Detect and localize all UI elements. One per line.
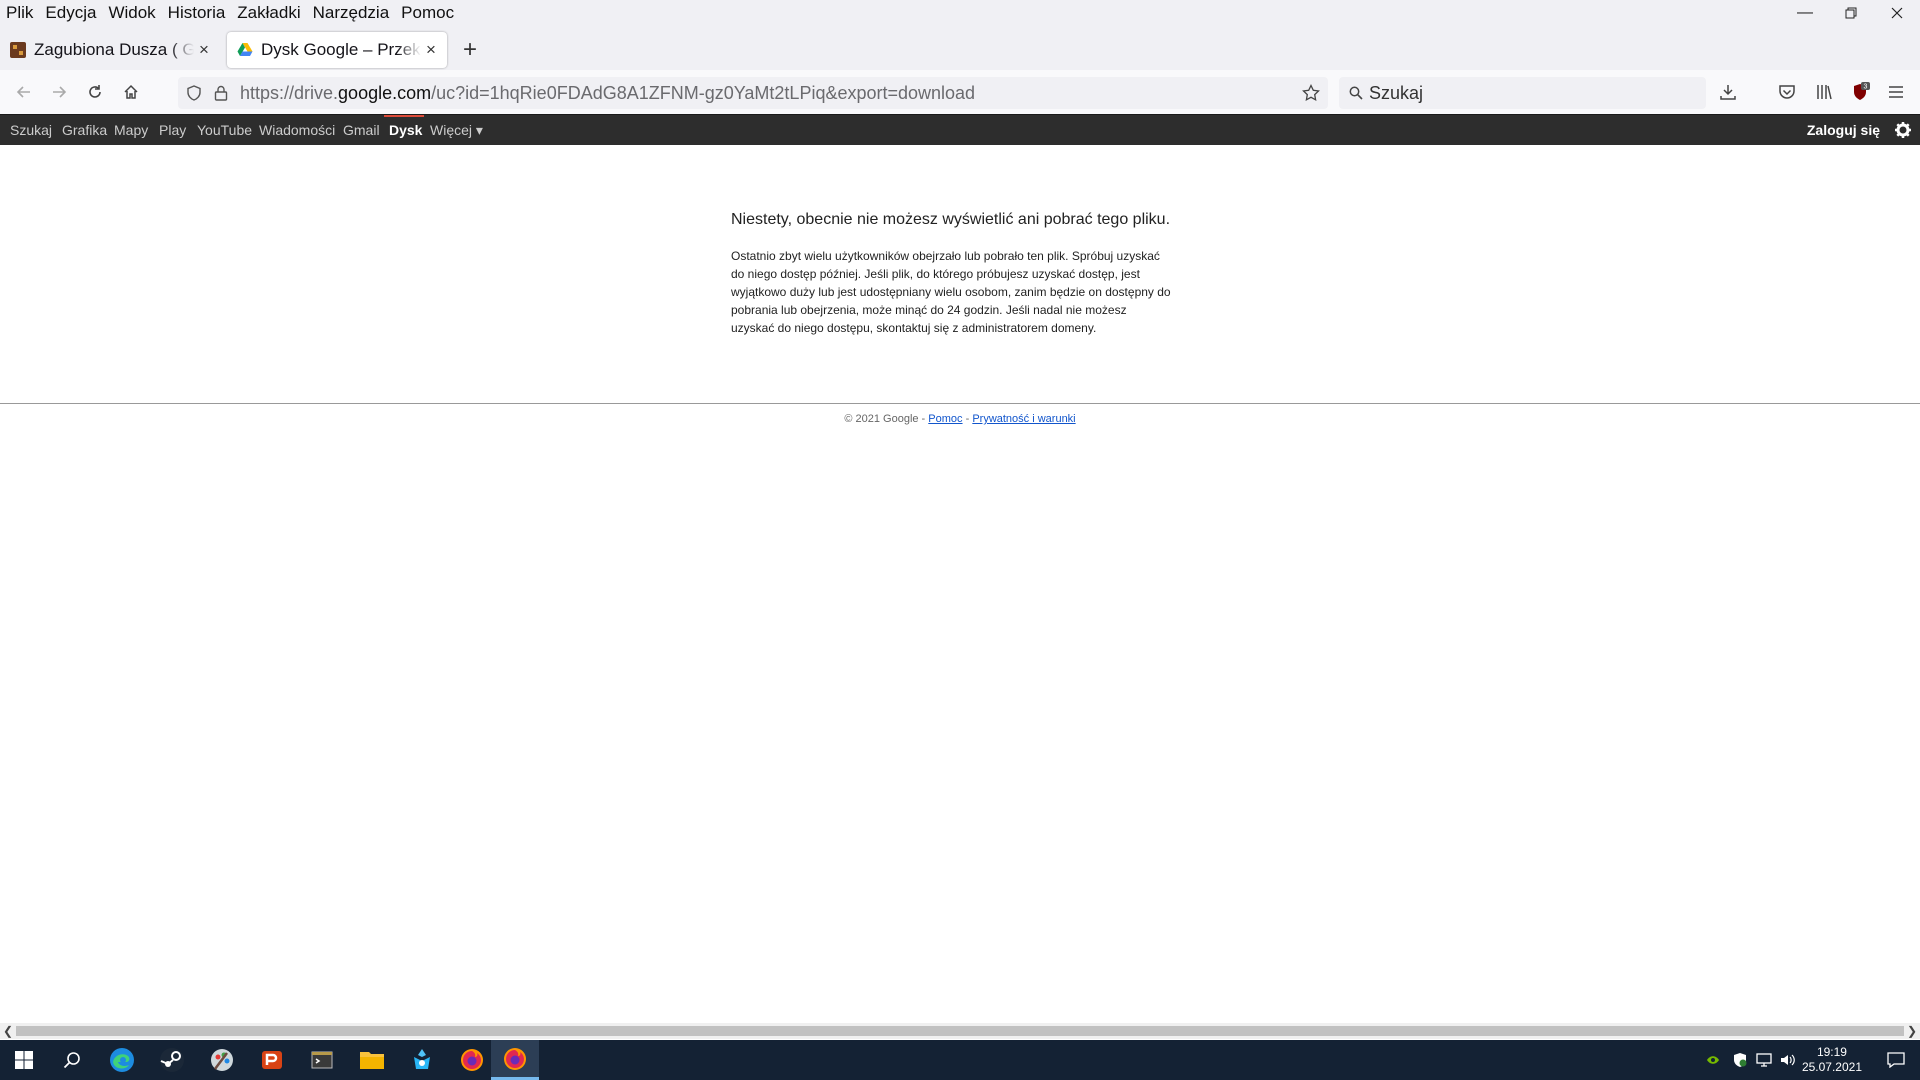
taskbar-search-icon[interactable]	[48, 1040, 96, 1080]
downloads-icon[interactable]	[1716, 80, 1740, 104]
window-controls: —	[1782, 0, 1920, 26]
firefox-icon[interactable]	[448, 1040, 496, 1080]
paint-app-icon[interactable]	[198, 1040, 246, 1080]
shield-icon[interactable]	[186, 85, 202, 101]
network-icon[interactable]	[1756, 1053, 1772, 1067]
search-box[interactable]: Szukaj	[1339, 77, 1706, 109]
firefox-active-icon[interactable]	[491, 1040, 539, 1080]
error-heading: Niestety, obecnie nie możesz wyświetlić …	[731, 211, 1171, 228]
home-icon[interactable]	[119, 80, 143, 104]
pocket-icon[interactable]	[1775, 80, 1799, 104]
system-tray	[1706, 1040, 1796, 1080]
back-icon[interactable]	[12, 80, 36, 104]
steam-icon[interactable]	[148, 1040, 196, 1080]
menu-widok[interactable]: Widok	[102, 0, 161, 26]
gbar-wiecej[interactable]: Więcej ▾	[430, 115, 483, 145]
tab-title: Zagubiona Dusza ( Gone	[34, 40, 194, 59]
reload-icon[interactable]	[83, 80, 107, 104]
tab-close-icon[interactable]: ×	[194, 40, 214, 60]
gear-icon[interactable]	[1894, 121, 1912, 139]
file-explorer-icon[interactable]	[348, 1040, 396, 1080]
tab-title: Dysk Google – Przekroczono	[261, 40, 421, 59]
menu-pomoc[interactable]: Pomoc	[395, 0, 460, 26]
menu-bar: Plik Edycja Widok Historia Zakładki Narz…	[0, 0, 1920, 26]
gbar-grafika[interactable]: Grafika	[62, 115, 107, 145]
edge-icon[interactable]	[98, 1040, 146, 1080]
bookmark-star-icon[interactable]	[1302, 84, 1320, 102]
terminal-app-icon[interactable]	[298, 1040, 346, 1080]
url-domain: google.com	[338, 82, 432, 103]
gbar-youtube[interactable]: YouTube	[197, 115, 252, 145]
close-window-icon[interactable]	[1874, 0, 1920, 26]
clock-time: 19:19	[1816, 1045, 1847, 1059]
menu-hamburger-icon[interactable]	[1884, 80, 1908, 104]
windows-start-icon[interactable]	[0, 1040, 48, 1080]
google-bar: Szukaj Grafika Mapy Play YouTube Wiadomo…	[0, 114, 1920, 145]
taskbar: 19:19 25.07.2021	[0, 1040, 1920, 1080]
address-bar[interactable]: https://drive.google.com/uc?id=1hqRie0FD…	[178, 77, 1328, 109]
library-icon[interactable]	[1812, 80, 1836, 104]
search-placeholder: Szukaj	[1369, 82, 1424, 103]
site-favicon-icon	[10, 42, 26, 58]
menu-zakladki[interactable]: Zakładki	[231, 0, 306, 26]
office-app-icon[interactable]	[248, 1040, 296, 1080]
clock-date: 25.07.2021	[1801, 1060, 1862, 1074]
footer-divider	[0, 403, 1920, 404]
url-path: /uc?id=1hqRie0FDAdG8A1ZFNM-gz0YaMt2tLPiq…	[431, 82, 976, 103]
new-tab-button[interactable]: +	[458, 38, 482, 62]
tab-strip: Zagubiona Dusza ( Gone × Dysk Google – P…	[0, 26, 1920, 70]
nvidia-tray-icon[interactable]	[1706, 1054, 1720, 1066]
gbar-play[interactable]: Play	[159, 115, 186, 145]
url-prefix: https://drive.	[240, 82, 339, 103]
login-link[interactable]: Zaloguj się	[1807, 115, 1880, 145]
ublock-icon[interactable]: 3	[1848, 80, 1872, 104]
minimize-icon[interactable]: —	[1782, 0, 1828, 26]
error-body: Ostatnio zbyt wielu użytkowników obejrza…	[731, 249, 1171, 335]
search-icon	[1349, 86, 1363, 100]
gbar-dysk[interactable]: Dysk	[389, 115, 422, 145]
gbar-gmail[interactable]: Gmail	[343, 115, 380, 145]
menu-edycja[interactable]: Edycja	[39, 0, 102, 26]
gbar-mapy[interactable]: Mapy	[114, 115, 148, 145]
url-text: https://drive.google.com/uc?id=1hqRie0FD…	[240, 83, 975, 104]
volume-icon[interactable]	[1780, 1053, 1796, 1067]
google-drive-icon	[237, 43, 253, 56]
music-app-icon[interactable]	[398, 1040, 446, 1080]
scroll-right-icon[interactable]: ❯	[1904, 1023, 1920, 1039]
ublock-badge: 3	[1864, 84, 1868, 91]
navigation-bar: https://drive.google.com/uc?id=1hqRie0FD…	[0, 70, 1920, 114]
footer-separator: -	[962, 413, 973, 425]
tab-dysk-google[interactable]: Dysk Google – Przekroczono ×	[227, 32, 447, 68]
scrollbar-thumb[interactable]	[16, 1026, 1904, 1036]
defender-tray-icon[interactable]	[1732, 1052, 1748, 1068]
tab-close-icon[interactable]: ×	[421, 40, 441, 60]
forward-icon[interactable]	[47, 80, 71, 104]
menu-historia[interactable]: Historia	[162, 0, 232, 26]
gbar-wiadomosci[interactable]: Wiadomości	[259, 115, 335, 145]
footer: © 2021 Google - Pomoc - Prywatność i war…	[0, 413, 1920, 425]
error-message: Niestety, obecnie nie możesz wyświetlić …	[731, 211, 1171, 337]
restore-icon[interactable]	[1828, 0, 1874, 26]
tab-zagubiona-dusza[interactable]: Zagubiona Dusza ( Gone ×	[0, 32, 220, 68]
system-clock[interactable]: 19:19 25.07.2021	[1802, 1045, 1862, 1075]
menu-plik[interactable]: Plik	[0, 0, 39, 26]
scroll-left-icon[interactable]: ❮	[0, 1023, 16, 1039]
lock-icon[interactable]	[214, 85, 228, 101]
menu-narzedzia[interactable]: Narzędzia	[307, 0, 396, 26]
footer-copyright: © 2021 Google -	[844, 413, 929, 425]
horizontal-scrollbar[interactable]: ❮ ❯	[0, 1023, 1920, 1039]
footer-help-link[interactable]: Pomoc	[928, 413, 962, 425]
footer-privacy-link[interactable]: Prywatność i warunki	[972, 413, 1075, 425]
notifications-icon[interactable]	[1872, 1040, 1920, 1080]
gbar-szukaj[interactable]: Szukaj	[10, 115, 52, 145]
